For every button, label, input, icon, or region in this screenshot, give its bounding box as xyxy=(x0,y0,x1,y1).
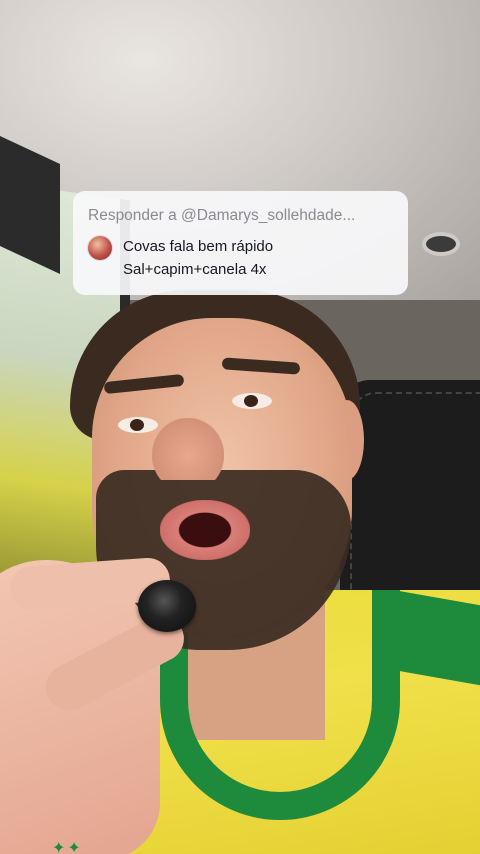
mouth xyxy=(160,500,250,560)
reply-header: Responder a @Damarys_sollehdade... xyxy=(88,207,356,224)
seat-stitching xyxy=(350,392,480,594)
ceiling-light xyxy=(426,236,456,252)
comment-text-line-2: Sal+capim+canela 4x xyxy=(123,261,267,278)
shirt-stars-icon: ✦✦ xyxy=(52,840,83,854)
video-frame[interactable]: ✦✦ xyxy=(0,0,480,854)
comment-text-line-1: Covas fala bem rápido xyxy=(123,238,274,255)
nose xyxy=(152,418,224,480)
eye-right xyxy=(232,393,272,409)
commenter-avatar[interactable] xyxy=(88,236,112,260)
fidget-spinner xyxy=(138,580,196,632)
reply-comment-card[interactable]: Responder a @Damarys_sollehdade... Covas… xyxy=(73,191,408,295)
